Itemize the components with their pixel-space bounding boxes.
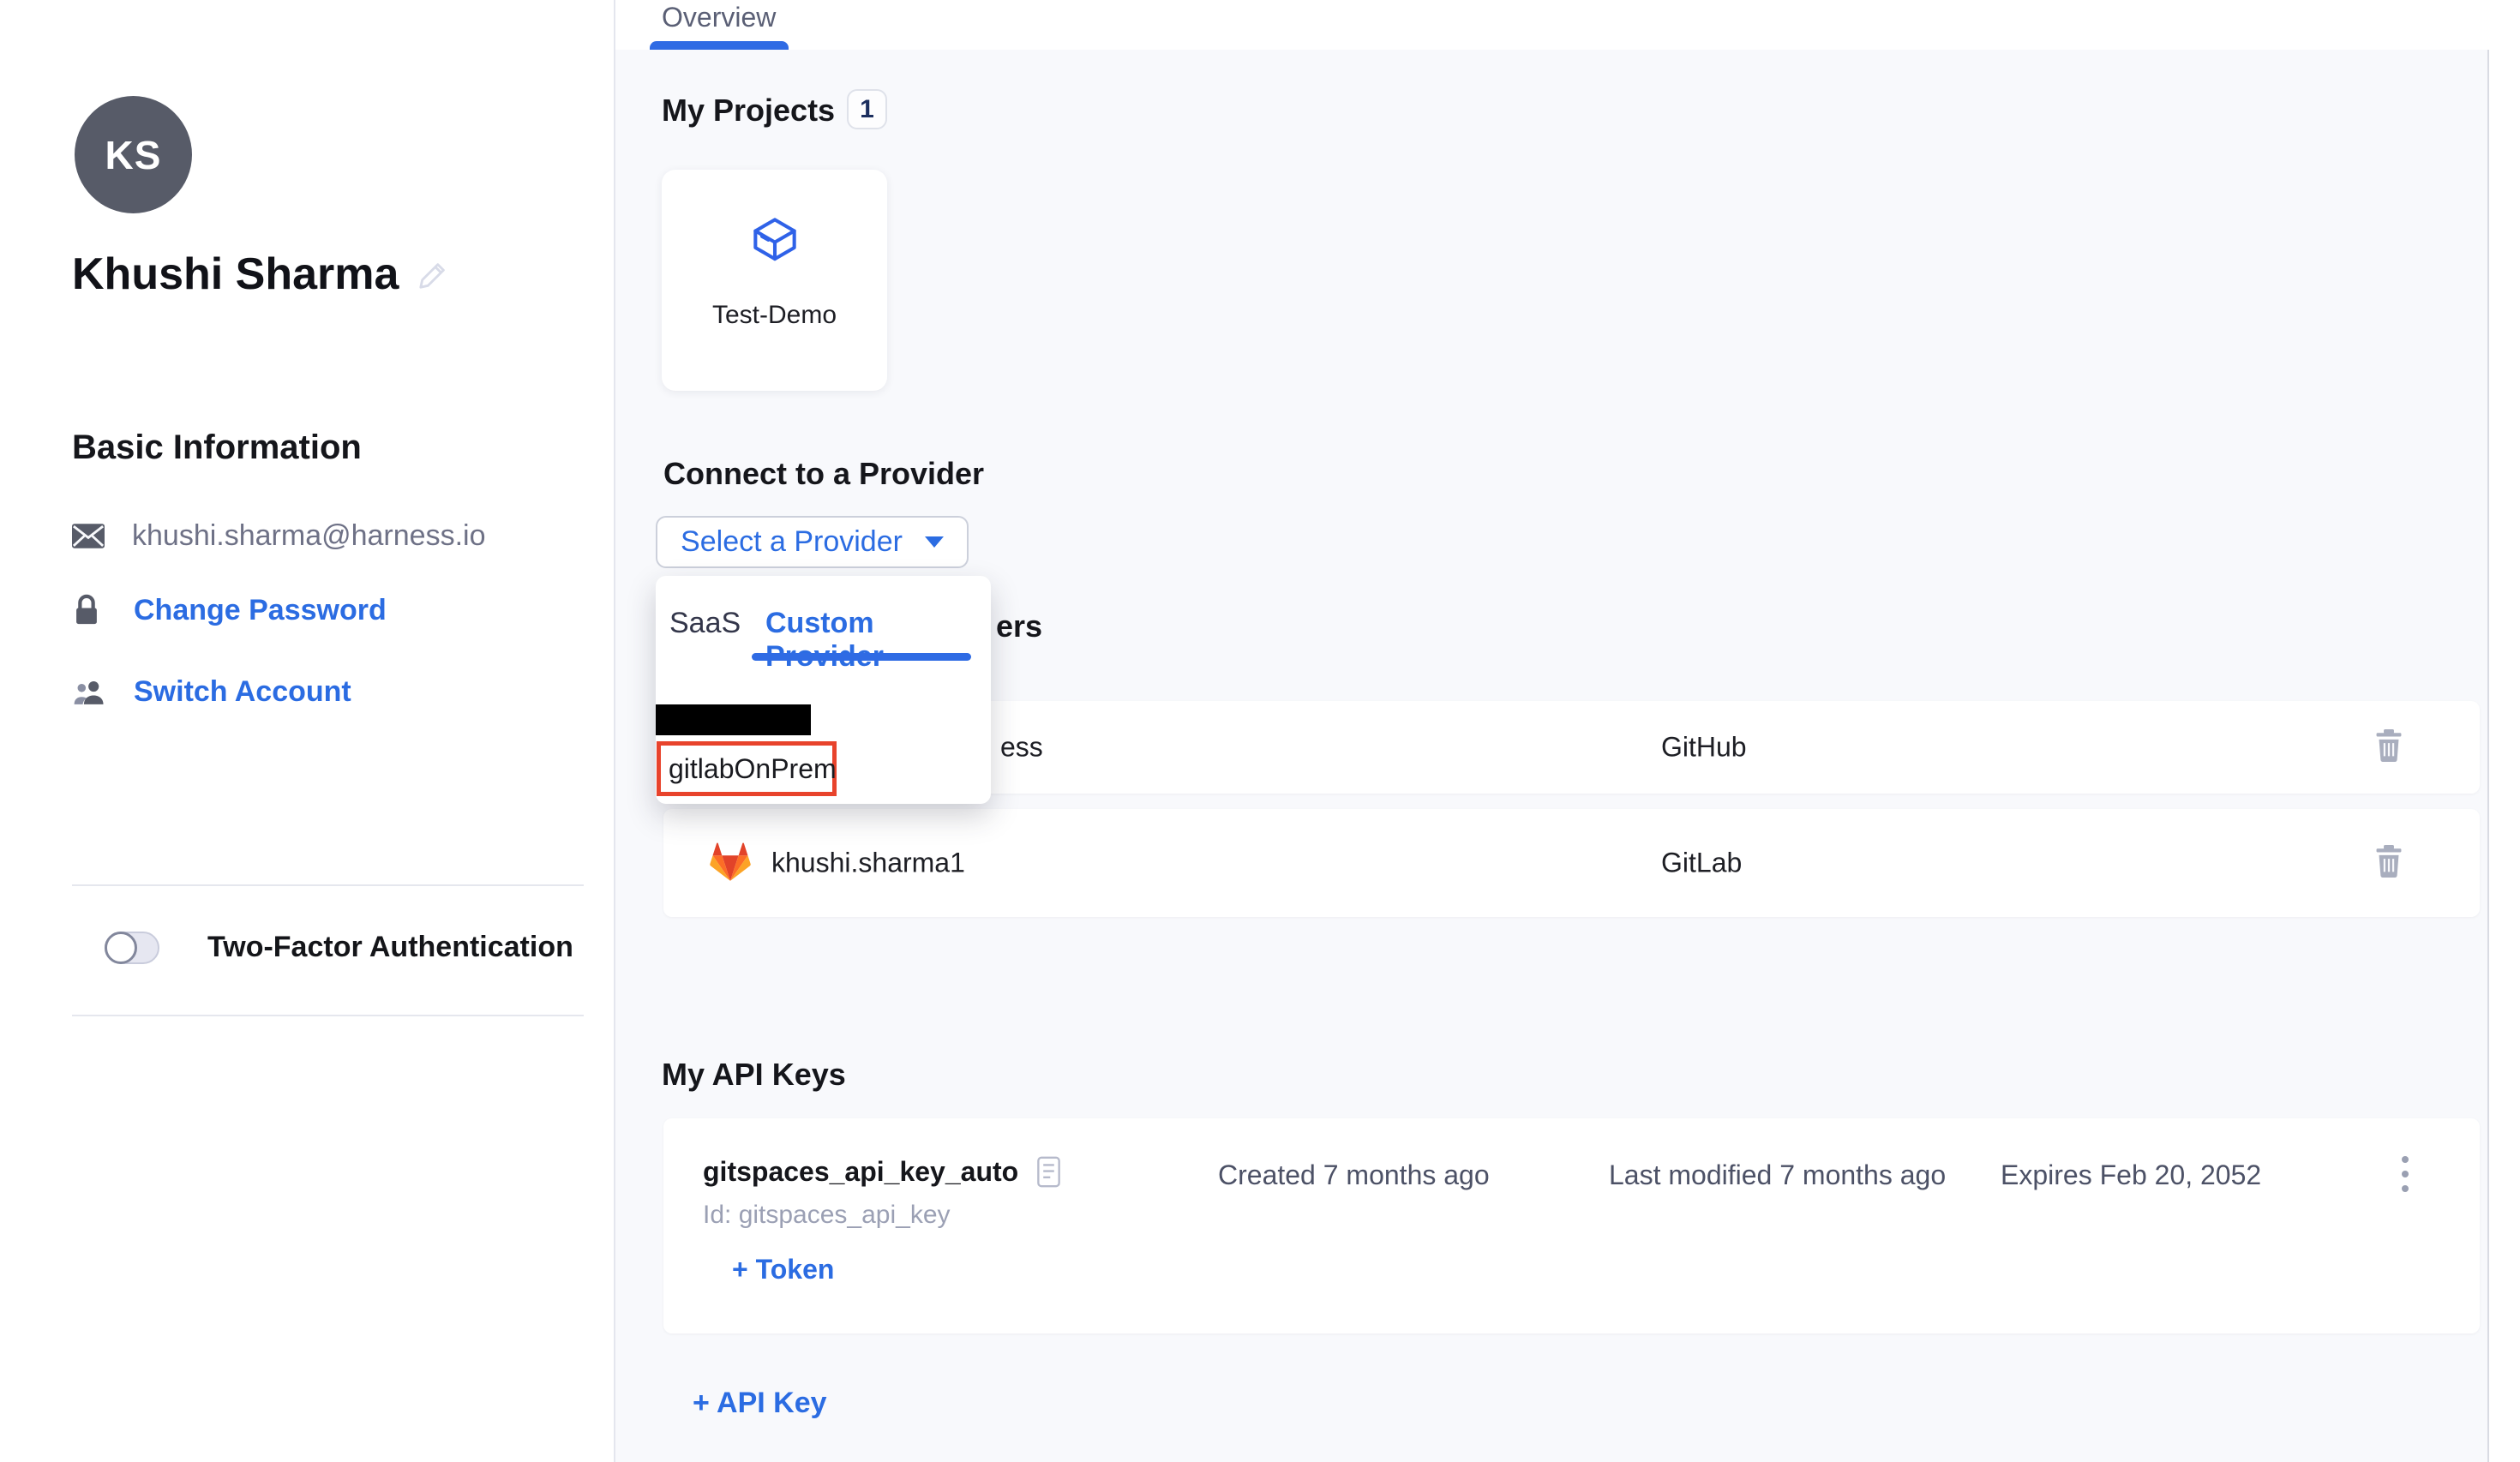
dropdown-active-tab-underline bbox=[752, 653, 971, 661]
add-token-link[interactable]: + Token bbox=[732, 1254, 834, 1285]
projects-count-badge: 1 bbox=[847, 89, 887, 129]
mail-icon bbox=[72, 524, 110, 548]
tab-bar: Overview bbox=[615, 0, 2520, 50]
change-password-row: Change Password bbox=[72, 593, 387, 627]
my-projects-heading: My Projects bbox=[662, 93, 835, 129]
dropdown-item-gitlabonprem[interactable]: gitlabOnPrem bbox=[657, 741, 837, 796]
user-name-row: Khushi Sharma bbox=[72, 249, 450, 300]
dropdown-item-redacted[interactable] bbox=[656, 704, 811, 735]
users-icon bbox=[72, 679, 110, 706]
project-card-test-demo[interactable]: Test-Demo bbox=[662, 170, 887, 391]
api-key-expires: Expires Feb 20, 2052 bbox=[2001, 1159, 2261, 1191]
provider-username: khushi.sharma1 bbox=[771, 848, 965, 879]
connect-provider-heading: Connect to a Provider bbox=[663, 456, 984, 492]
api-key-menu-button[interactable] bbox=[2402, 1156, 2409, 1192]
main-panel: Overview My Projects 1 Test-Demo bbox=[614, 0, 2520, 1462]
basic-information-heading: Basic Information bbox=[72, 428, 362, 467]
select-provider-button[interactable]: Select a Provider bbox=[656, 516, 969, 568]
copy-icon[interactable] bbox=[1037, 1156, 1060, 1188]
two-factor-toggle[interactable] bbox=[105, 932, 159, 964]
avatar-initials: KS bbox=[105, 132, 162, 178]
toggle-knob bbox=[105, 932, 137, 964]
add-api-key-link[interactable]: + API Key bbox=[693, 1387, 827, 1420]
lock-icon bbox=[72, 593, 110, 627]
dropdown-item-label: gitlabOnPrem bbox=[669, 753, 837, 785]
overview-content: My Projects 1 Test-Demo Connect to a Pro… bbox=[615, 50, 2520, 1462]
delete-provider-button[interactable] bbox=[2374, 845, 2403, 882]
my-api-keys-heading: My API Keys bbox=[662, 1057, 846, 1093]
change-password-link[interactable]: Change Password bbox=[134, 594, 387, 627]
gitlab-icon bbox=[708, 840, 753, 886]
project-cube-icon bbox=[750, 214, 800, 268]
provider-dropdown: SaaS Custom Provider gitlabOnPrem bbox=[656, 576, 991, 804]
two-factor-label: Two-Factor Authentication bbox=[207, 931, 573, 964]
select-provider-label: Select a Provider bbox=[681, 525, 903, 559]
connected-provider-row-gitlab: khushi.sharma1 GitLab bbox=[663, 809, 2480, 917]
user-email: khushi.sharma@harness.io bbox=[132, 519, 485, 553]
user-name: Khushi Sharma bbox=[72, 249, 399, 300]
provider-type-label: GitLab bbox=[1661, 848, 1742, 879]
api-key-id: Id: gitspaces_api_key bbox=[703, 1201, 951, 1230]
connected-providers-heading-partial: ers bbox=[996, 608, 1042, 644]
api-key-card: gitspaces_api_key_auto Id: gitspaces_api… bbox=[663, 1118, 2480, 1333]
switch-account-row: Switch Account bbox=[72, 675, 351, 709]
tab-active-underline bbox=[650, 41, 789, 50]
avatar: KS bbox=[75, 96, 192, 213]
right-edge-panel bbox=[2487, 50, 2520, 1462]
two-factor-row: Two-Factor Authentication bbox=[105, 931, 573, 964]
edit-name-pencil-icon[interactable] bbox=[417, 258, 450, 291]
dropdown-tab-saas[interactable]: SaaS bbox=[669, 607, 741, 640]
api-key-modified: Last modified 7 months ago bbox=[1609, 1159, 1946, 1191]
profile-page: KS Khushi Sharma Basic Information khush… bbox=[0, 0, 2520, 1462]
provider-username-partial: ess bbox=[1000, 732, 1043, 764]
email-row: khushi.sharma@harness.io bbox=[72, 519, 485, 553]
project-name: Test-Demo bbox=[712, 301, 837, 330]
api-key-name: gitspaces_api_key_auto bbox=[703, 1156, 1018, 1188]
chevron-down-icon bbox=[925, 536, 944, 548]
delete-provider-button[interactable] bbox=[2374, 729, 2403, 766]
divider bbox=[72, 884, 584, 886]
api-key-created: Created 7 months ago bbox=[1218, 1159, 1490, 1191]
api-key-name-row: gitspaces_api_key_auto bbox=[703, 1156, 1060, 1188]
switch-account-link[interactable]: Switch Account bbox=[134, 675, 351, 709]
profile-sidebar: KS Khushi Sharma Basic Information khush… bbox=[0, 0, 614, 1462]
divider bbox=[72, 1015, 584, 1016]
provider-type-label: GitHub bbox=[1661, 732, 1747, 764]
dropdown-tab-custom-provider[interactable]: Custom Provider bbox=[765, 607, 991, 674]
tab-overview[interactable]: Overview bbox=[662, 2, 776, 33]
